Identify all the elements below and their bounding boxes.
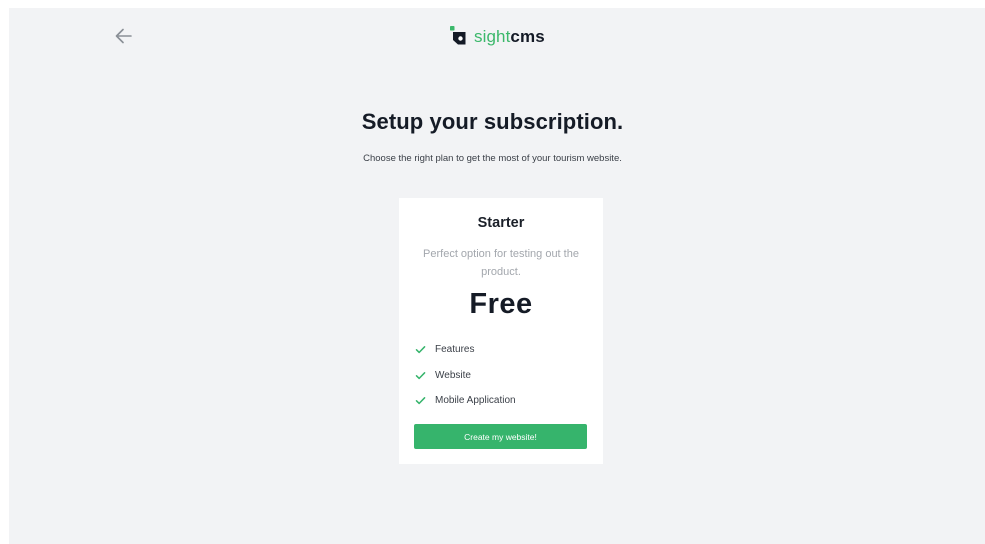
logo-word-cms: cms	[510, 26, 545, 46]
plan-name: Starter	[477, 215, 525, 231]
check-icon	[415, 397, 426, 405]
feature-label: Mobile Application	[435, 395, 516, 407]
feature-item: Mobile Application	[415, 388, 516, 414]
feature-label: Website	[435, 369, 471, 381]
page-title: Setup your subscription.	[361, 109, 624, 134]
check-icon	[415, 371, 426, 379]
create-website-button[interactable]: Create my website!	[414, 424, 587, 449]
feature-item: Features	[415, 337, 516, 363]
feature-list: Features Website Mobile Application	[415, 337, 516, 414]
back-button[interactable]	[113, 25, 135, 47]
arrow-left-icon	[115, 28, 132, 44]
feature-item: Website	[415, 363, 516, 389]
logo-word-sight: sight	[474, 26, 511, 46]
feature-label: Features	[435, 344, 475, 356]
plan-price: Free	[469, 288, 533, 320]
check-icon	[415, 346, 426, 354]
brand-logo[interactable]: sight cms	[450, 24, 545, 48]
page-subtitle: Choose the right plan to get the most of…	[363, 153, 622, 164]
plan-card-starter: Starter Perfect option for testing out t…	[399, 198, 603, 464]
sightcms-logo-icon	[450, 26, 466, 45]
plan-description: Perfect option for testing out the produ…	[423, 248, 579, 278]
